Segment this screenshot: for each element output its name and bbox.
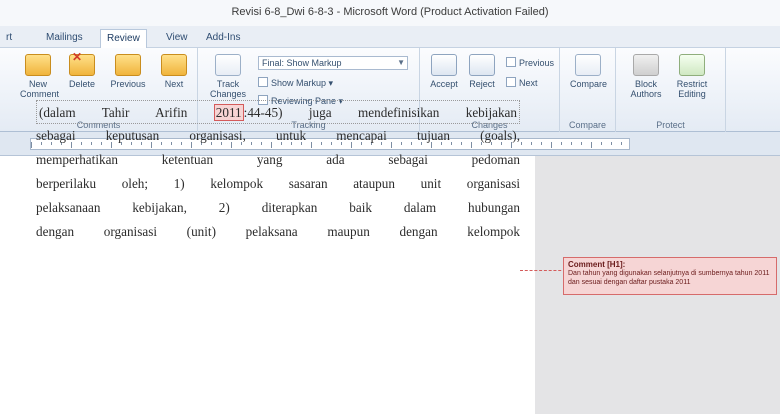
tab-mailings[interactable]: Mailings — [40, 29, 89, 48]
previous-comment-button[interactable]: Previous — [110, 54, 146, 89]
chevron-down-icon: ▼ — [397, 58, 405, 67]
ruler-tick — [621, 142, 622, 145]
line-text: :44-45) juga mendefinisikan kebijakan — [243, 105, 517, 120]
ruler-tick — [521, 142, 522, 145]
line-text: (dalam Tahir Arifin — [39, 105, 214, 120]
document-line: memperhatikan ketentuan yang ada sebagai… — [36, 152, 520, 167]
ruler-tick — [541, 142, 542, 145]
ruler-tick — [31, 142, 32, 148]
previous-label: Previous — [110, 79, 146, 89]
new-comment-icon — [25, 54, 51, 76]
previous-change-label: Previous — [519, 58, 555, 68]
commented-text[interactable]: 2011 — [213, 104, 244, 121]
accept-button[interactable]: Accept — [426, 54, 462, 89]
ruler-tick — [551, 142, 552, 148]
reject-icon — [469, 54, 495, 76]
track-changes-label: Track Changes — [210, 79, 247, 99]
previous-comment-icon — [115, 54, 141, 76]
tab-add-ins[interactable]: Add-Ins — [200, 29, 246, 48]
block-authors-icon — [633, 54, 659, 76]
accept-icon — [431, 54, 457, 76]
track-changes-icon — [215, 54, 241, 76]
delete-label: Delete — [68, 79, 95, 89]
delete-comment-icon — [69, 52, 95, 76]
document-line: dengan organisasi (unit) pelaksana maupu… — [36, 224, 520, 239]
delete-comment-button[interactable]: Delete — [64, 52, 100, 89]
restrict-editing-label: Restrict Editing — [676, 79, 708, 99]
previous-change-button[interactable]: Previous — [506, 56, 554, 70]
tab-previous[interactable]: rt — [0, 29, 18, 48]
show-markup-label: Show Markup — [271, 78, 327, 88]
ruler-tick — [601, 142, 602, 145]
compare-group-label: Compare — [568, 120, 606, 130]
new-comment-label: New Comment — [20, 79, 60, 99]
block-authors-label: Block Authors — [630, 79, 662, 99]
next-change-icon — [506, 77, 516, 87]
next-label: Next — [164, 79, 184, 89]
ruler-tick — [581, 142, 582, 145]
document-body[interactable]: (dalam Tahir Arifin 2011:44-45) juga men… — [36, 100, 520, 244]
document-line: pelaksanaan kebijakan, 2) diterapkan bai… — [36, 200, 520, 215]
tab-view[interactable]: View — [160, 29, 194, 48]
show-markup-button[interactable]: Show Markup ▾ — [258, 76, 333, 90]
document-line: sebagai keputusan organisasi, untuk menc… — [36, 128, 520, 143]
protect-group: Block Authors Restrict Editing Protect — [616, 48, 726, 132]
comment-title: Comment [H1]: — [568, 260, 626, 269]
protect-group-label: Protect — [656, 120, 685, 130]
compare-label: Compare — [570, 79, 608, 89]
reject-button[interactable]: Reject — [464, 54, 500, 89]
reject-label: Reject — [469, 79, 495, 89]
show-markup-icon — [258, 77, 268, 87]
compare-button[interactable]: Compare — [570, 54, 608, 89]
window-title: Revisi 6-8_Dwi 6-8-3 - Microsoft Word (P… — [231, 6, 549, 18]
next-change-button[interactable]: Next — [506, 76, 538, 90]
next-change-label: Next — [519, 78, 538, 88]
ruler-tick — [561, 142, 562, 145]
track-changes-button[interactable]: Track Changes — [210, 54, 246, 99]
accept-label: Accept — [430, 79, 458, 89]
comment-balloon[interactable]: Comment [H1]: Dan tahun yang digunakan s… — [563, 257, 777, 295]
next-comment-button[interactable]: Next — [156, 54, 192, 89]
previous-change-icon — [506, 57, 516, 67]
ribbon-tabs: rt Mailings Review View Add-Ins — [0, 26, 780, 48]
display-for-review-value: Final: Show Markup — [262, 58, 342, 68]
block-authors-button[interactable]: Block Authors — [628, 54, 664, 99]
ruler-tick — [591, 142, 592, 148]
comment-text[interactable]: Dan tahun yang digunakan selanjutnya di … — [568, 270, 772, 287]
document-line: (dalam Tahir Arifin 2011:44-45) juga men… — [36, 100, 520, 124]
display-for-review-dropdown[interactable]: Final: Show Markup ▼ — [258, 56, 408, 70]
ruler-tick — [611, 142, 612, 145]
next-comment-icon — [161, 54, 187, 76]
restrict-editing-button[interactable]: Restrict Editing — [674, 54, 710, 99]
compare-icon — [575, 54, 601, 76]
new-comment-button[interactable]: New Comment — [20, 54, 60, 99]
ruler-tick — [571, 142, 572, 145]
title-bar: Revisi 6-8_Dwi 6-8-3 - Microsoft Word (P… — [0, 0, 780, 26]
comment-connector-line — [520, 270, 566, 271]
tab-review[interactable]: Review — [100, 29, 147, 48]
ruler-tick — [531, 142, 532, 145]
document-line: berperilaku oleh; 1) kelompok sasaran at… — [36, 176, 520, 191]
compare-group: Compare Compare — [560, 48, 616, 132]
restrict-editing-icon — [679, 54, 705, 76]
